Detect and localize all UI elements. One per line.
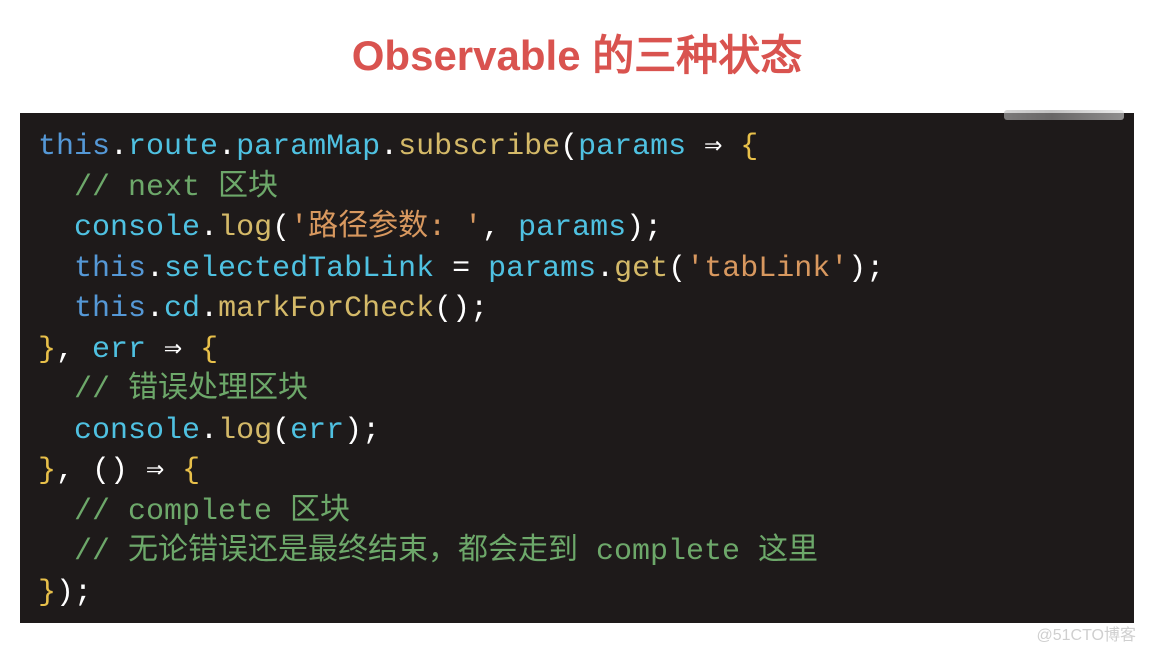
code-token: ; [866,252,884,286]
code-token: ) [56,576,74,610]
code-token: { [740,130,758,164]
code-token: ; [74,576,92,610]
code-token: . [380,130,398,164]
code-token: ( [668,252,686,286]
code-token: , [56,333,92,367]
code-token [38,252,74,286]
code-token: console [74,414,200,448]
code-token: params [578,130,686,164]
code-token: params [518,211,626,245]
code-token: ( [92,454,110,488]
code-token: . [200,292,218,326]
code-token: ) [344,414,362,448]
code-token: 'tabLink' [686,252,848,286]
code-token: ) [110,454,128,488]
code-token: ( [560,130,578,164]
code-token: params [488,252,596,286]
code-token: ( [434,292,452,326]
code-token: err [290,414,344,448]
code-token [38,495,74,529]
code-token: . [200,414,218,448]
code-token: route [128,130,218,164]
code-token: // complete 区块 [74,495,350,529]
code-token: ) [452,292,470,326]
code-token: '路径参数: ' [290,211,482,245]
code-token: // next 区块 [74,171,278,205]
code-token: this [38,130,110,164]
code-token: ( [272,414,290,448]
code-token: err [92,333,146,367]
code-block: this.route.paramMap.subscribe(params ⇒ {… [20,113,1134,623]
code-token: , [56,454,92,488]
code-token: ( [272,211,290,245]
code-token: paramMap [236,130,380,164]
code-token [38,373,74,407]
code-token: { [200,333,218,367]
code-token [38,211,74,245]
code-token: log [218,414,272,448]
code-token [38,171,74,205]
code-token: { [182,454,200,488]
code-token: ; [644,211,662,245]
code-token: ) [848,252,866,286]
code-token: . [146,252,164,286]
code-token: . [146,292,164,326]
code-token: cd [164,292,200,326]
code-token: // 错误处理区块 [74,373,308,407]
code-token: subscribe [398,130,560,164]
code-token [38,414,74,448]
code-token: ; [470,292,488,326]
page-title: Observable 的三种状态 [0,0,1154,113]
watermark: @51CTO博客 [1036,621,1136,645]
code-token: . [596,252,614,286]
code-token: markForCheck [218,292,434,326]
code-token: = [434,252,488,286]
code-token: } [38,576,56,610]
decorative-mark [1004,110,1124,120]
code-token: } [38,454,56,488]
code-token: } [38,333,56,367]
code-token: , [482,211,518,245]
code-token: log [218,211,272,245]
code-token: this [74,292,146,326]
code-token: // 无论错误还是最终结束，都会走到 complete 这里 [74,535,818,569]
code-token: . [218,130,236,164]
code-token [38,535,74,569]
code-token: get [614,252,668,286]
code-token: console [74,211,200,245]
code-token: ⇒ [128,454,182,488]
code-token: this [74,252,146,286]
code-token: . [110,130,128,164]
code-token: ⇒ [146,333,200,367]
code-token: ⇒ [686,130,740,164]
code-token: ) [626,211,644,245]
code-token: . [200,211,218,245]
code-token: ; [362,414,380,448]
code-token: selectedTabLink [164,252,434,286]
code-token [38,292,74,326]
